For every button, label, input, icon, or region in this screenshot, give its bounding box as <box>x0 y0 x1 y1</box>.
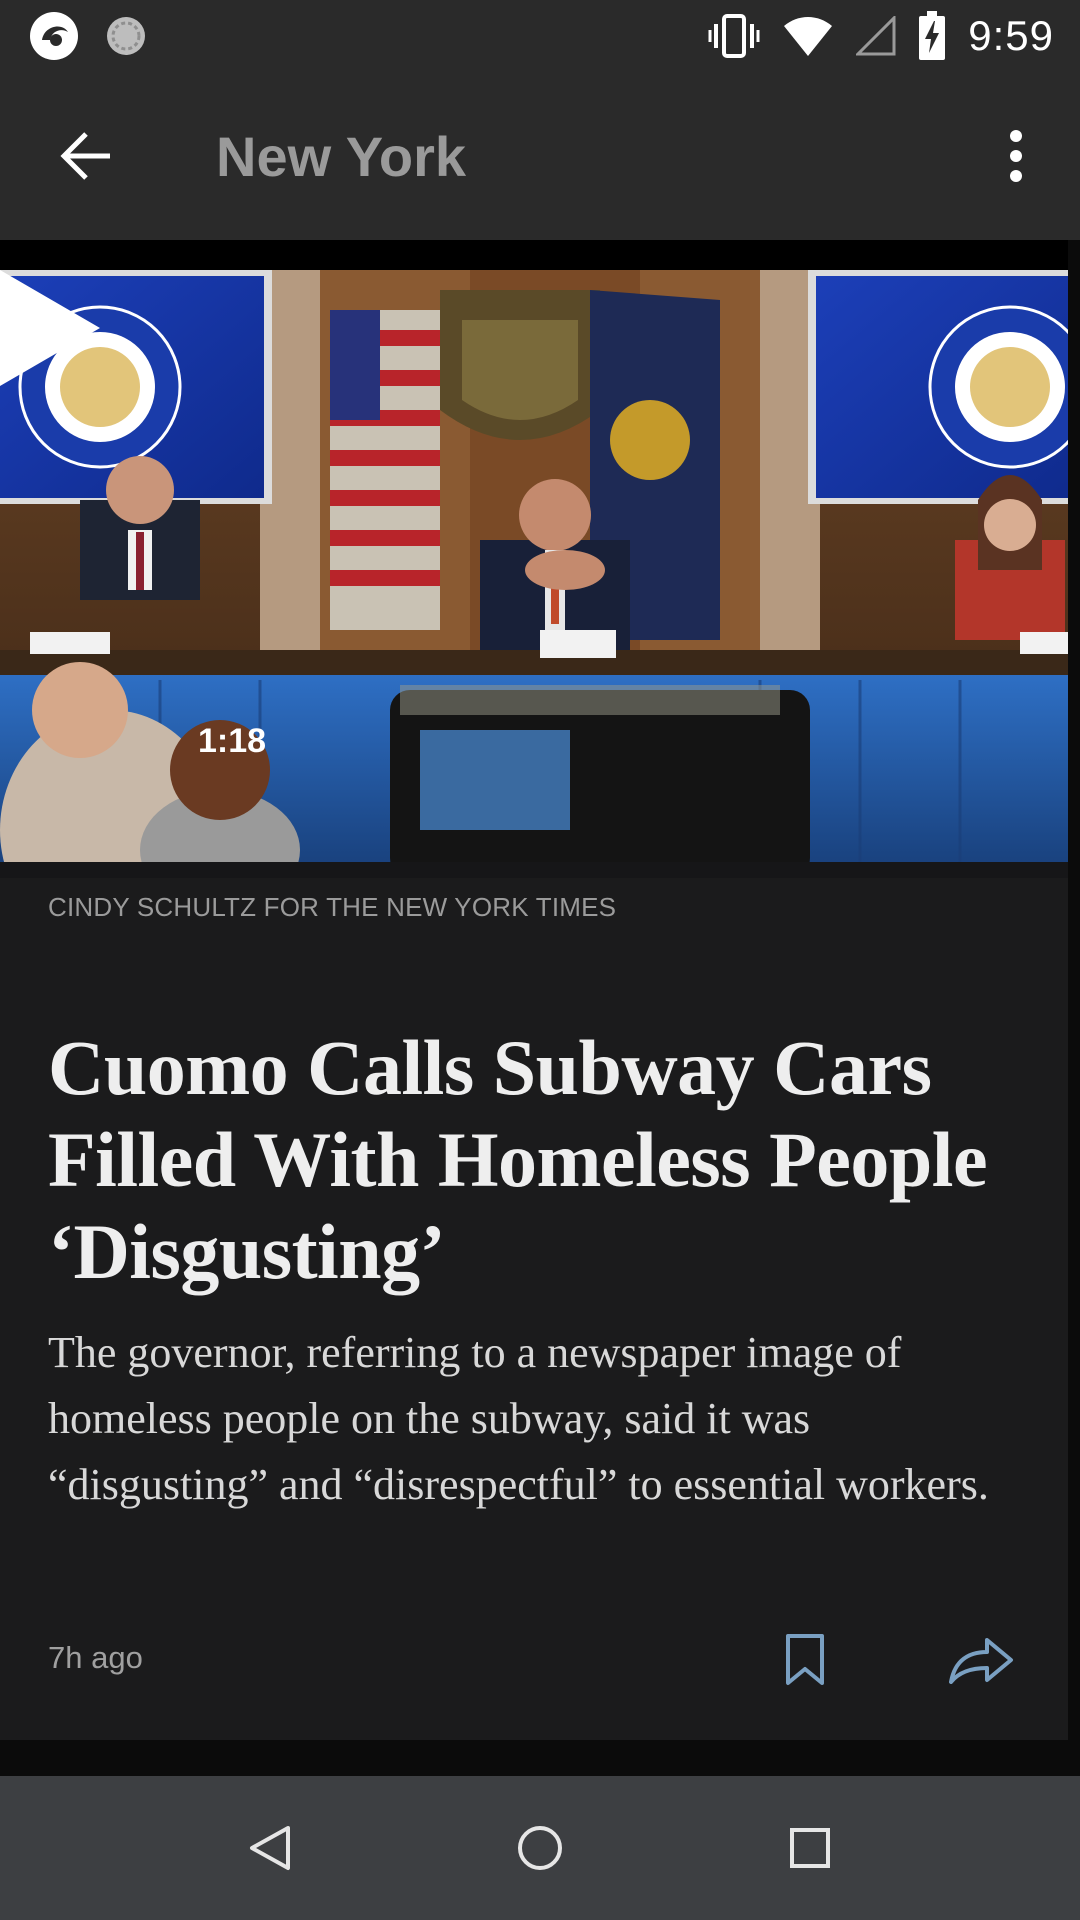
more-vert-icon <box>1010 130 1022 182</box>
clock: 9:59 <box>968 12 1054 59</box>
play-icon[interactable] <box>0 270 100 386</box>
recents-square-icon <box>790 1828 830 1868</box>
nav-back-button[interactable] <box>230 1812 310 1884</box>
battery-charging-icon <box>919 11 946 60</box>
video-duration: 1:18 <box>198 722 267 760</box>
video-thumbnail[interactable]: 1:18 <box>0 270 1080 878</box>
photo-credit: CINDY SCHULTZ FOR THE NEW YORK TIMES <box>48 892 617 922</box>
system-navigation-bar <box>0 1776 1080 1920</box>
app-bar: New York <box>0 72 1080 240</box>
status-left-icons <box>28 10 148 62</box>
home-circle-icon <box>518 1826 562 1870</box>
overflow-menu-button[interactable] <box>980 120 1052 192</box>
bookmark-icon <box>786 1634 824 1685</box>
sync-icon <box>107 17 145 55</box>
vibrate-icon <box>708 14 760 58</box>
share-icon <box>949 1638 1013 1684</box>
card-divider <box>0 240 1068 270</box>
back-button[interactable] <box>46 120 126 192</box>
bookmark-button[interactable] <box>770 1620 840 1700</box>
nav-home-button[interactable] <box>500 1812 580 1884</box>
app-notification-icon <box>30 12 78 60</box>
scroll-edge <box>1068 240 1080 1740</box>
arrow-back-icon <box>60 132 110 180</box>
status-bar: 9:59 <box>0 0 1080 72</box>
cell-signal-icon <box>856 16 896 56</box>
article-summary: The governor, referring to a newspaper i… <box>48 1328 989 1509</box>
article-headline[interactable]: Cuomo Calls Subway Cars Filled With Home… <box>48 1022 1038 1298</box>
article-card[interactable]: 1:18 CINDY SCHULTZ FOR THE NEW YORK TIME… <box>0 240 1080 1740</box>
nav-recents-button[interactable] <box>770 1812 850 1884</box>
section-title: New York <box>216 125 467 188</box>
share-button[interactable] <box>936 1620 1026 1700</box>
back-triangle-icon <box>250 1826 290 1870</box>
article-timestamp: 7h ago <box>48 1640 143 1675</box>
status-right-icons: 9:59 <box>708 8 1054 64</box>
wifi-icon <box>784 17 833 56</box>
press-conference-photo <box>0 270 1080 878</box>
